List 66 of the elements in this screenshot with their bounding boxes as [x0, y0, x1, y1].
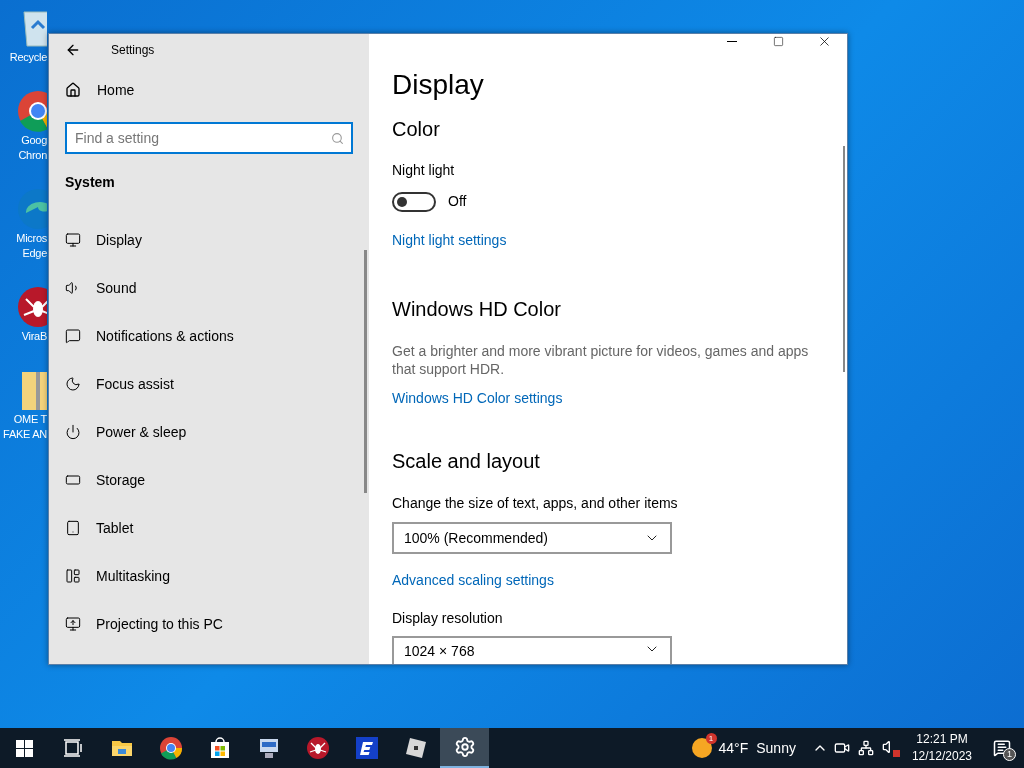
taskbar-app-button[interactable] [440, 728, 489, 768]
setting-label: Display resolution [392, 609, 504, 628]
multitasking-icon [65, 568, 81, 584]
section-description: Get a brighter and more vibrant picture for videos, games and apps that support HDR. [392, 342, 810, 378]
tablet-icon [65, 520, 81, 536]
sidebar-item[interactable]: Display [49, 216, 369, 264]
edge-icon [16, 187, 47, 231]
settings-link[interactable]: Advanced scaling settings [392, 572, 554, 588]
page-title: Display [392, 68, 485, 102]
sidebar-item[interactable]: Sound [49, 264, 369, 312]
desktop-icon-label[interactable]: Edge [22, 246, 47, 261]
minimize-icon [727, 41, 737, 42]
home-icon [65, 82, 81, 98]
section-heading: Scale and layout [392, 449, 541, 474]
weather-badge: 1 [705, 733, 717, 744]
section-heading: Color [392, 117, 441, 142]
windows-logo-icon [15, 739, 33, 757]
settings-icon [453, 736, 476, 758]
storage-drive-icon [65, 472, 81, 488]
settings-link[interactable]: Night light settings [392, 232, 507, 248]
spider-icon [305, 736, 330, 760]
sidebar-item[interactable]: Storage [49, 456, 369, 504]
e-app-icon [354, 736, 379, 760]
power-icon [65, 424, 81, 440]
notification-count: 1 [1003, 748, 1016, 761]
moon-icon [65, 376, 81, 392]
sidebar-item[interactable]: Projecting to this PC [49, 600, 369, 648]
monitor-icon [65, 232, 81, 248]
search-icon [331, 132, 344, 145]
sidebar-item[interactable]: Focus assist [49, 360, 369, 408]
clock-date[interactable]: 12/12/2023 [911, 748, 972, 765]
sidebar-item[interactable]: Notifications & actions [49, 312, 369, 360]
message-icon [65, 328, 81, 344]
setting-label: Change the size of text, apps, and other items [392, 494, 679, 513]
sidebar-item[interactable]: Multitasking [49, 552, 369, 600]
desktop-icon-label[interactable]: Goog [21, 133, 47, 148]
muted-volume-icon[interactable] [881, 739, 900, 757]
projector-screen-icon [65, 616, 81, 632]
sun-icon [690, 737, 713, 759]
network-icon[interactable] [857, 740, 874, 756]
desktop-icon-label[interactable]: OME T [13, 412, 47, 427]
back-icon[interactable] [65, 42, 81, 58]
night-light-toggle[interactable] [392, 191, 436, 212]
desktop-icon-label[interactable]: FAKE AN [3, 427, 47, 442]
camera-icon[interactable] [833, 740, 850, 756]
home-link[interactable]: Home [97, 79, 135, 101]
chrome-icon [158, 736, 183, 760]
desktop-icon-label[interactable]: Recycle [9, 50, 47, 65]
desktop-icon-label[interactable]: Micros [16, 231, 47, 246]
window-title: Settings [111, 42, 155, 59]
setting-label: Night light [392, 161, 456, 180]
sidebar-item[interactable]: Tablet [49, 504, 369, 552]
resolution-dropdown[interactable]: 1024 × 768 [392, 636, 672, 664]
section-heading: System [64, 173, 116, 192]
sidebar-item[interactable]: Power & sleep [49, 408, 369, 456]
weather-condition[interactable]: Sunny [756, 737, 796, 759]
weather-temperature[interactable]: 44°F [718, 737, 749, 759]
section-heading: Windows HD Color [392, 297, 562, 322]
maximize-icon [772, 36, 784, 47]
settings-link[interactable]: Windows HD Color settings [392, 390, 563, 406]
clock-time[interactable]: 12:21 PM [916, 731, 968, 748]
scale-dropdown[interactable]: 100% (Recommended) [392, 522, 672, 554]
desktop-icon-label[interactable]: ViraB [21, 329, 47, 344]
toggle-state: Off [448, 192, 467, 211]
search-field[interactable]: Find a setting [65, 122, 353, 154]
desktop-icon-label[interactable]: Chron [18, 148, 47, 163]
